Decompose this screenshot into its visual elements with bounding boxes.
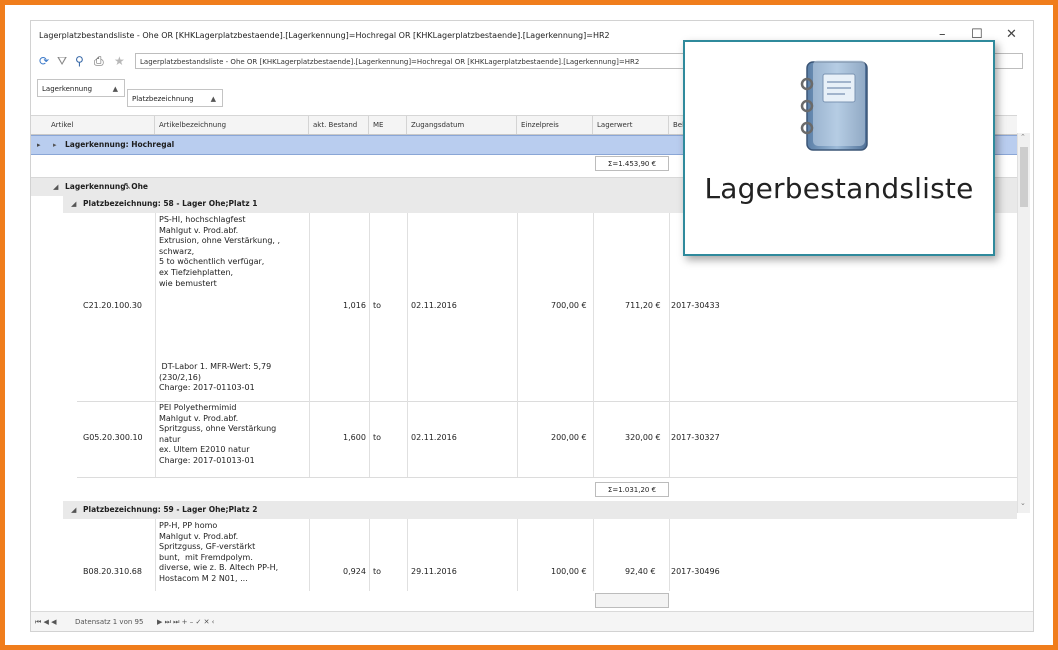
scroll-down-icon[interactable]: ⌄ xyxy=(1020,499,1026,507)
search-icon[interactable]: ⚲ xyxy=(75,54,84,68)
column-header-artikel[interactable]: Artikel xyxy=(47,116,155,134)
cell-artikel: C21.20.100.30 xyxy=(83,301,143,310)
group-chip-platzbezeichnung[interactable]: Platzbezeichnung ▲ xyxy=(127,89,223,107)
scroll-up-icon[interactable]: ⌃ xyxy=(1020,133,1026,141)
group-chip-label: Lagerkennung xyxy=(42,85,93,93)
record-navigator: ⏮ ◀ ◀ Datensatz 1 von 95 ▶ ⏭ ⏭ + – ✓ ✕ ‹ xyxy=(31,611,1033,631)
sort-ascending-icon: ▲ xyxy=(112,85,118,93)
address-book-icon xyxy=(800,60,868,151)
cell-artikel: B08.20.310.68 xyxy=(83,567,142,576)
cell-beleg: 2017-30496 xyxy=(671,567,720,576)
cell-artikelbezeichnung-extra: DT-Labor 1. MFR-Wert: 5,79 (230/2,16) Ch… xyxy=(159,362,272,393)
cell-lagerwert: 711,20 € xyxy=(625,301,661,310)
cell-artikelbezeichnung: PS-HI, hochschlagfest Mahlgut v. Prod.ab… xyxy=(159,215,281,288)
frame-top xyxy=(0,0,1058,5)
cell-artikelbezeichnung: PP-H, PP homo Mahlgut v. Prod.abf. Sprit… xyxy=(159,521,279,583)
sort-ascending-icon: ▲ xyxy=(210,95,216,103)
frame-right xyxy=(1053,0,1058,650)
cell-me: to xyxy=(373,433,382,442)
cell-zugangsdatum: 02.11.2016 xyxy=(411,301,457,310)
popup-title: Lagerbestandsliste xyxy=(704,172,974,205)
cell-zugangsdatum: 02.11.2016 xyxy=(411,433,457,442)
group-sum-platz2 xyxy=(595,593,669,608)
close-button[interactable]: ✕ xyxy=(1006,27,1017,42)
cell-beleg: 2017-30327 xyxy=(671,433,720,442)
star-icon[interactable]: ★ xyxy=(114,54,125,68)
group-label: Lagerkennung: Ohe xyxy=(65,182,149,191)
mouse-cursor-icon: ↖ xyxy=(123,181,132,192)
report-title-popup: Lagerbestandsliste xyxy=(683,40,995,256)
nav-first-prev-icon[interactable]: ⏮ ◀ ◀ xyxy=(35,612,57,631)
column-header-einzelpreis[interactable]: Einzelpreis xyxy=(517,116,593,134)
cell-lagerwert: 92,40 € xyxy=(625,567,656,576)
window-title: Lagerplatzbestandsliste - Ohe OR [KHKLag… xyxy=(39,31,610,40)
expand-icon[interactable]: ▸ xyxy=(53,136,57,154)
nav-next-last-icon[interactable]: ▶ ⏭ ⏭ + – ✓ ✕ ‹ xyxy=(157,612,214,631)
cell-artikel: G05.20.300.10 xyxy=(83,433,143,442)
filter-icon[interactable]: ⛛ xyxy=(57,54,67,69)
print-icon[interactable]: ⎙ xyxy=(94,54,104,69)
cell-lagerwert: 320,00 € xyxy=(625,433,661,442)
cell-bestand: 1,016 xyxy=(343,301,366,310)
cell-einzelpreis: 700,00 € xyxy=(551,301,587,310)
refresh-icon[interactable]: ⟳ xyxy=(39,54,49,68)
table-row[interactable]: B08.20.310.68 PP-H, PP homo Mahlgut v. P… xyxy=(77,519,1017,591)
column-header-lagerwert[interactable]: Lagerwert xyxy=(593,116,669,134)
group-label: Platzbezeichnung: 58 - Lager Ohe;Platz 1 xyxy=(83,199,258,208)
column-header-zugangsdatum[interactable]: Zugangsdatum xyxy=(407,116,517,134)
cell-einzelpreis: 100,00 € xyxy=(551,567,587,576)
frame-left xyxy=(0,0,5,650)
cell-beleg: 2017-30433 xyxy=(671,301,720,310)
cell-zugangsdatum: 29.11.2016 xyxy=(411,567,457,576)
collapse-icon[interactable]: ◢ xyxy=(71,501,76,519)
group-chip-label: Platzbezeichnung xyxy=(132,95,194,103)
vertical-scrollbar[interactable]: ⌃ ⌄ xyxy=(1017,133,1030,513)
cell-artikelbezeichnung: PEI Polyethermimid Mahlgut v. Prod.abf. … xyxy=(159,403,277,465)
column-header-artikelbezeichnung[interactable]: Artikelbezeichnung xyxy=(155,116,309,134)
group-chip-lagerkennung[interactable]: Lagerkennung ▲ xyxy=(37,79,125,97)
group-sum-platz1: Σ=1.031,20 € xyxy=(595,482,669,497)
column-header-bestand[interactable]: akt. Bestand xyxy=(309,116,369,134)
group-label: Platzbezeichnung: 59 - Lager Ohe;Platz 2 xyxy=(83,505,258,514)
cell-bestand: 0,924 xyxy=(343,567,366,576)
record-counter: Datensatz 1 von 95 xyxy=(75,618,144,626)
group-row-platz2[interactable]: ◢ Platzbezeichnung: 59 - Lager Ohe;Platz… xyxy=(63,501,1017,519)
frame-bottom xyxy=(0,645,1058,650)
group-label: Lagerkennung: Hochregal xyxy=(65,140,175,149)
cell-einzelpreis: 200,00 € xyxy=(551,433,587,442)
column-header-me[interactable]: ME xyxy=(369,116,407,134)
collapse-icon[interactable]: ◢ xyxy=(53,178,58,196)
row-indicator-icon: ▸ xyxy=(37,141,41,149)
scroll-thumb[interactable] xyxy=(1020,147,1028,207)
collapse-icon[interactable]: ◢ xyxy=(71,195,76,213)
cell-me: to xyxy=(373,567,382,576)
group-sum-hochregal: Σ=1.453,90 € xyxy=(595,156,669,171)
cell-me: to xyxy=(373,301,382,310)
table-row[interactable]: G05.20.300.10 PEI Polyethermimid Mahlgut… xyxy=(77,401,1017,478)
cell-bestand: 1,600 xyxy=(343,433,366,442)
